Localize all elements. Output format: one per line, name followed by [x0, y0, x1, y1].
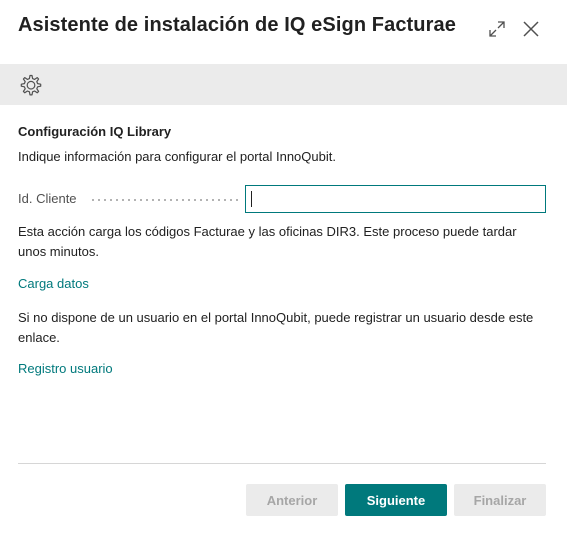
finish-button[interactable]: Finalizar [454, 484, 546, 516]
field-leader-dots [90, 199, 238, 201]
load-description: Esta acción carga los códigos Facturae y… [18, 224, 517, 259]
expand-button[interactable] [484, 16, 510, 42]
section-title: Configuración IQ Library [18, 124, 172, 139]
expand-icon [489, 21, 505, 37]
close-icon [523, 21, 539, 37]
client-id-label: Id. Cliente [18, 191, 77, 206]
back-button[interactable]: Anterior [246, 484, 338, 516]
load-data-link[interactable]: Carga datos [18, 276, 89, 291]
intro-text: Indique información para configurar el p… [18, 149, 336, 164]
register-description: Si no dispone de un usuario en el portal… [18, 310, 534, 345]
footer-divider [18, 463, 546, 464]
dialog-title: Asistente de instalación de IQ eSign Fac… [18, 14, 456, 36]
text-caret [251, 191, 252, 207]
settings-button[interactable] [17, 71, 45, 99]
register-user-link[interactable]: Registro usuario [18, 361, 113, 376]
next-button[interactable]: Siguiente [345, 484, 447, 516]
dialog-toolbar [0, 64, 567, 105]
gear-icon [20, 74, 42, 96]
close-button[interactable] [518, 16, 544, 42]
client-id-input[interactable] [245, 185, 546, 213]
setup-wizard-dialog: Asistente de instalación de IQ eSign Fac… [0, 0, 567, 535]
